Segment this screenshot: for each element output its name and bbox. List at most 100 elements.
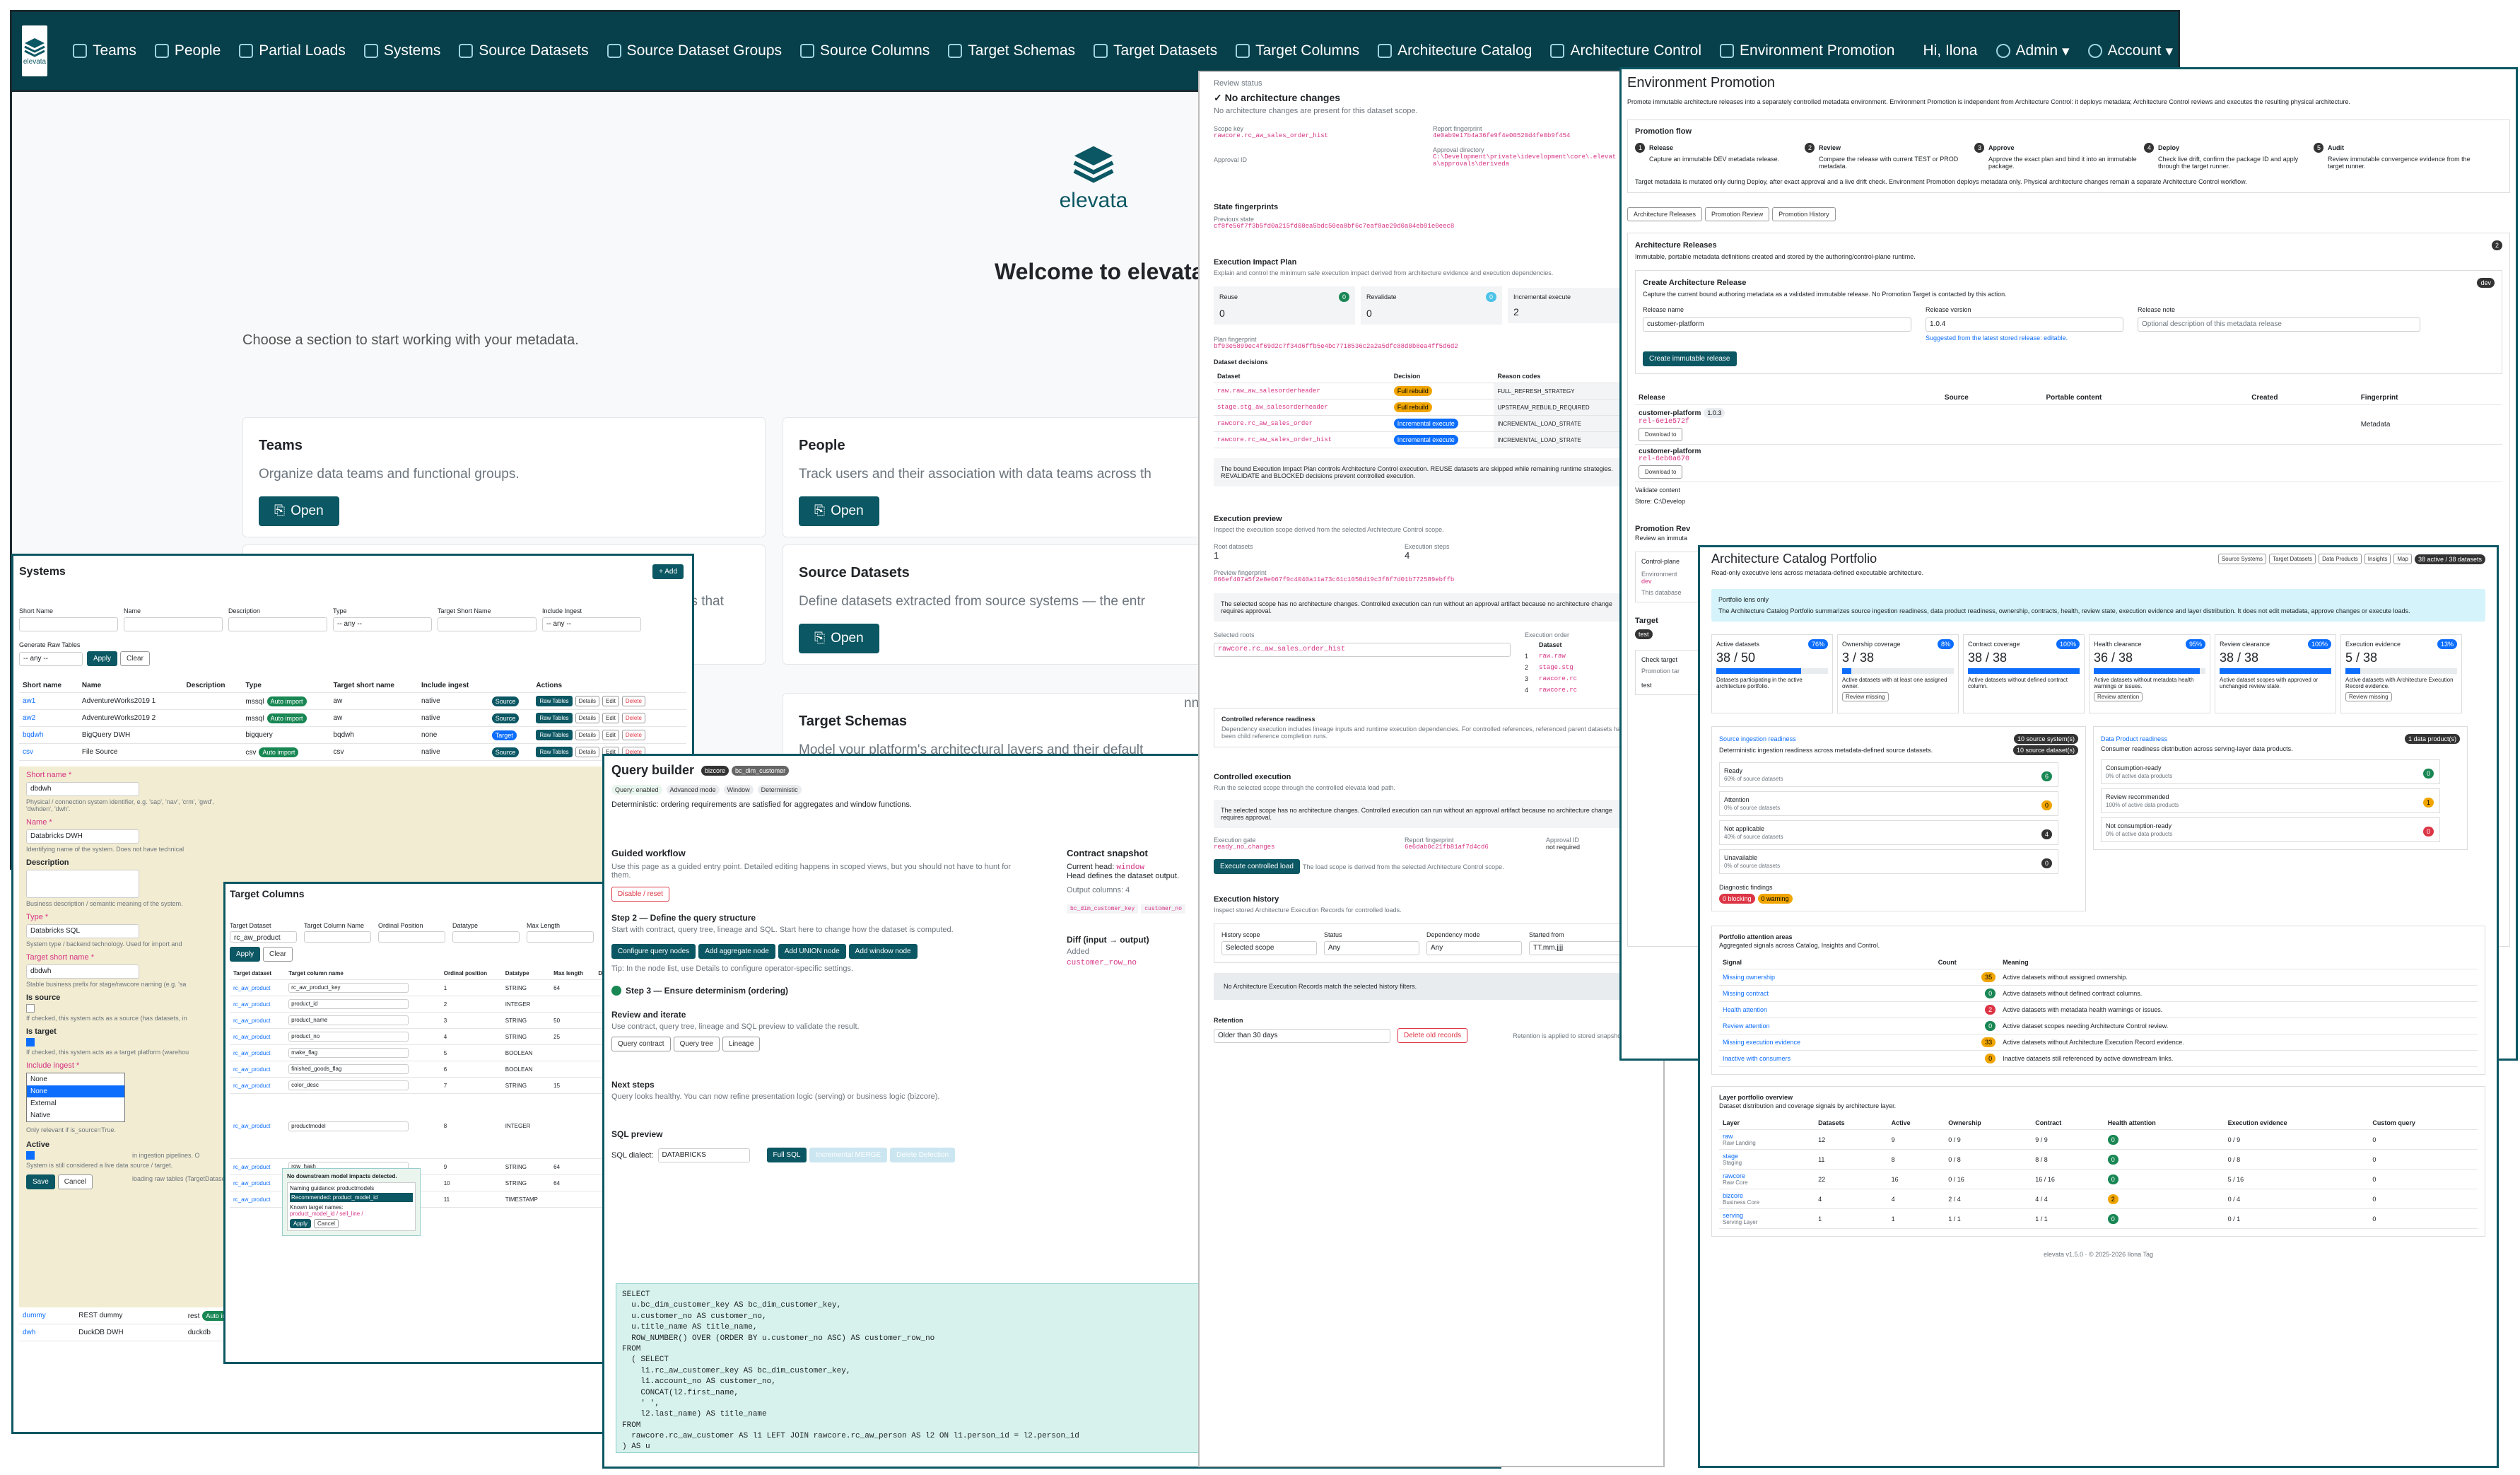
promo-tab[interactable]: Promotion Review	[1705, 207, 1770, 221]
tc-dataset[interactable]: rc_aw_product	[230, 979, 286, 996]
delete-old-records-button[interactable]: Delete old records	[1397, 1028, 1468, 1043]
tc-dataset[interactable]: rc_aw_product	[230, 1158, 286, 1175]
tc-name-input[interactable]: productmodel	[288, 1121, 409, 1131]
system-short-name[interactable]: csv	[19, 743, 78, 761]
release-note-input[interactable]: Optional description of this metadata re…	[2138, 317, 2420, 332]
qb-node-button[interactable]: Add aggregate node	[698, 944, 775, 959]
action-details-button[interactable]: Details	[575, 713, 600, 723]
brand-logo[interactable]: elevata	[22, 25, 47, 76]
ingest-dropdown[interactable]: None None External Native	[26, 1073, 125, 1122]
system-short-name[interactable]: dummy	[19, 1307, 76, 1324]
nav-item-systems[interactable]: Systems	[363, 42, 440, 59]
catalog-nav-button[interactable]: Source Systems	[2217, 554, 2267, 564]
account-menu[interactable]: Account ▾	[2087, 42, 2173, 60]
release-name-input[interactable]: customer-platform	[1643, 317, 1911, 332]
action-delete-button[interactable]: Delete	[621, 713, 645, 723]
tc-dataset[interactable]: rc_aw_product	[230, 1174, 286, 1191]
tc-dataset[interactable]: rc_aw_product	[230, 996, 286, 1013]
history-filter-input[interactable]: TT.mm.jjjj	[1529, 941, 1624, 955]
ingest-option[interactable]: None	[27, 1085, 124, 1097]
tc-dataset[interactable]: rc_aw_product	[230, 1191, 286, 1208]
short-name-input[interactable]: dbdwh	[26, 782, 139, 796]
name-input[interactable]: Databricks DWH	[26, 829, 139, 844]
type-select[interactable]: Databricks SQL	[26, 924, 139, 938]
action-details-button[interactable]: Details	[575, 696, 600, 706]
qb-tab[interactable]: Window	[723, 785, 754, 795]
catalog-nav-button[interactable]: Map	[2393, 554, 2412, 564]
catalog-nav-button[interactable]: Data Products	[2319, 554, 2362, 564]
download-button[interactable]: Download to	[1639, 465, 1683, 479]
nav-item-source-dataset-groups[interactable]: Source Dataset Groups	[606, 42, 782, 59]
system-short-name[interactable]: aw1	[19, 692, 78, 710]
add-system-button[interactable]: + Add	[652, 564, 684, 579]
filter-input[interactable]	[19, 617, 118, 631]
tc-name-input[interactable]: color_desc	[288, 1080, 409, 1090]
promo-tab[interactable]: Architecture Releases	[1627, 207, 1703, 221]
qb-review-button[interactable]: Query tree	[673, 1037, 720, 1051]
nav-item-target-schemas[interactable]: Target Schemas	[948, 42, 1075, 59]
attention-signal[interactable]: Missing ownership	[1719, 969, 1935, 986]
action-delete-button[interactable]: Delete	[621, 730, 645, 740]
active-checkbox[interactable]	[26, 1151, 35, 1160]
tc-dataset[interactable]: rc_aw_product	[230, 1077, 286, 1094]
tc-name-input[interactable]: make_flag	[288, 1048, 409, 1058]
layer-name[interactable]: rawcore	[1723, 1172, 1811, 1179]
nav-item-target-datasets[interactable]: Target Datasets	[1094, 42, 1217, 59]
description-input[interactable]	[26, 870, 139, 898]
tc-dataset[interactable]: rc_aw_product	[230, 1044, 286, 1061]
action-details-button[interactable]: Details	[575, 747, 600, 757]
nav-item-architecture-catalog[interactable]: Architecture Catalog	[1378, 42, 1532, 59]
tc-filter-input[interactable]: rc_aw_product	[230, 931, 297, 943]
action-raw-tables-button[interactable]: Raw Tables	[536, 747, 573, 757]
qb-tab[interactable]: Query: enabled	[611, 785, 662, 795]
qb-review-button[interactable]: Query contract	[611, 1037, 671, 1051]
tc-name-input[interactable]: product_name	[288, 1015, 409, 1025]
qb-tab[interactable]: Advanced mode	[666, 785, 720, 795]
history-filter-input[interactable]: Any	[1324, 941, 1419, 955]
nav-item-teams[interactable]: Teams	[73, 42, 136, 59]
promo-tab[interactable]: Promotion History	[1772, 207, 1836, 221]
validate-content[interactable]: Validate content	[1635, 486, 2502, 494]
tc-dataset[interactable]: rc_aw_product	[230, 1028, 286, 1045]
open-button[interactable]: ⎘ Open	[799, 624, 879, 653]
tc-dataset[interactable]: rc_aw_product	[230, 1012, 286, 1029]
system-short-name[interactable]: bqdwh	[19, 726, 78, 744]
retention-select[interactable]: Older than 30 days	[1214, 1028, 1390, 1043]
selected-root-value[interactable]: rawcore.rc_aw_sales_order_hist	[1214, 643, 1511, 657]
filter-input[interactable]	[438, 617, 537, 631]
popup-cancel-button[interactable]: Cancel	[314, 1219, 339, 1228]
open-button[interactable]: ⎘ Open	[799, 496, 879, 526]
attention-signal[interactable]: Missing execution evidence	[1719, 1034, 1935, 1051]
ingest-option[interactable]: None	[27, 1073, 124, 1085]
disable-reset-button[interactable]: Disable / reset	[611, 887, 669, 902]
tc-name-input[interactable]: product_id	[288, 999, 409, 1009]
history-filter-input[interactable]: Any	[1426, 941, 1522, 955]
save-button[interactable]: Save	[26, 1174, 55, 1189]
dialect-select[interactable]: DATABRICKS	[657, 1148, 750, 1162]
apply-button[interactable]: Apply	[87, 651, 118, 666]
kpi-link[interactable]: Review attention	[2094, 692, 2143, 701]
filter-input[interactable]: -- any --	[542, 617, 641, 631]
tc-filter-input[interactable]	[378, 931, 445, 943]
attention-signal[interactable]: Missing contract	[1719, 985, 1935, 1002]
cancel-button[interactable]: Cancel	[57, 1174, 93, 1189]
popup-apply-button[interactable]: Apply	[290, 1219, 312, 1228]
nav-item-environment-promotion[interactable]: Environment Promotion	[1720, 42, 1894, 59]
dp-readiness-title[interactable]: Data Product readiness	[2101, 735, 2167, 742]
layer-name[interactable]: serving	[1723, 1212, 1811, 1219]
tc-dataset[interactable]: rc_aw_product	[230, 1093, 286, 1159]
layer-name[interactable]: stage	[1723, 1153, 1811, 1160]
history-filter-input[interactable]: Selected scope	[1221, 941, 1317, 955]
nav-item-architecture-control[interactable]: Architecture Control	[1550, 42, 1701, 59]
is-source-checkbox[interactable]	[26, 1004, 35, 1013]
ingest-option[interactable]: Native	[27, 1109, 124, 1121]
tc-apply-button[interactable]: Apply	[230, 947, 261, 962]
admin-menu[interactable]: Admin ▾	[1996, 42, 2070, 60]
nav-item-people[interactable]: People	[154, 42, 221, 59]
action-edit-button[interactable]: Edit	[602, 696, 619, 706]
open-button[interactable]: ⎘ Open	[259, 496, 339, 526]
action-details-button[interactable]: Details	[575, 730, 600, 740]
download-button[interactable]: Download to	[1639, 428, 1683, 441]
action-delete-button[interactable]: Delete	[621, 696, 645, 706]
tc-clear-button[interactable]: Clear	[263, 947, 293, 962]
